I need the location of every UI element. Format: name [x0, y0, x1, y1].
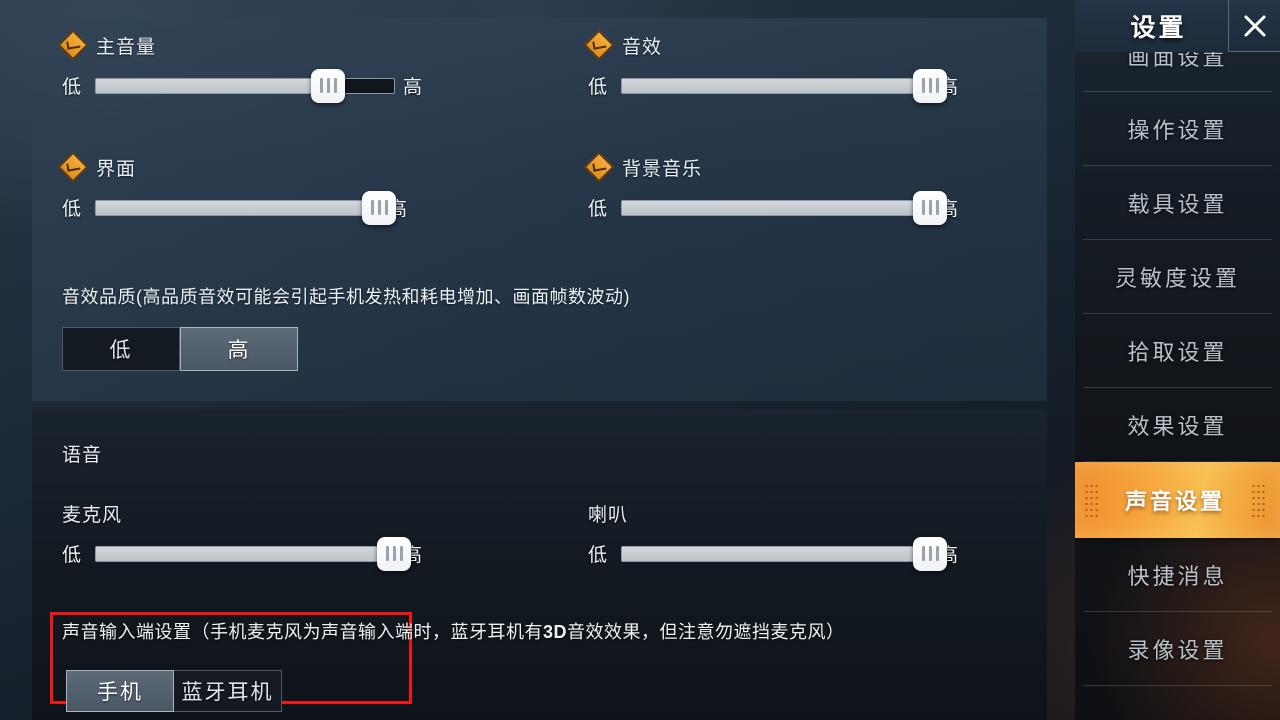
sidebar-item-label: 灵敏度设置: [1114, 266, 1240, 291]
slider-thumb[interactable]: [362, 190, 397, 225]
slider-high-label: 高: [403, 77, 423, 98]
sidebar-item-sensitivity-settings[interactable]: 灵敏度设置: [1075, 240, 1280, 314]
slider-low-label: 低: [588, 545, 608, 566]
slider-row-master-volume: 主音量 低 高: [57, 29, 423, 103]
label-sound-effects: 音效: [622, 36, 663, 58]
sound-quality-option-high[interactable]: 高: [180, 327, 298, 371]
voice-section-title: 语音: [62, 440, 102, 467]
input-source-option-phone[interactable]: 手机: [66, 670, 174, 712]
sound-quality-toggle: 低 高: [62, 327, 630, 371]
sidebar-item-recording-settings[interactable]: 录像设置: [1075, 612, 1280, 686]
slider-fill: [622, 200, 931, 215]
input-source-note-part1: 声音输入端设置（手机麦克风为声音输入端时，蓝牙耳机有: [62, 622, 543, 642]
sidebar-header: 设置: [1075, 0, 1280, 52]
sidebar-item-label: 效果设置: [1127, 414, 1228, 439]
slider-interface[interactable]: [95, 190, 397, 225]
slider-fill: [96, 200, 380, 215]
sidebar-title: 设置: [1130, 14, 1187, 42]
sidebar-item-label: 录像设置: [1127, 638, 1228, 663]
slider-fill: [622, 546, 931, 561]
slider-low-label: 低: [588, 199, 608, 220]
label-interface: 界面: [96, 158, 137, 180]
input-source-option-bluetooth[interactable]: 蓝牙耳机: [174, 670, 282, 712]
slider-fill: [622, 78, 931, 93]
checkbox-diamond-interface[interactable]: [57, 151, 89, 183]
slider-row-interface: 界面 低 高: [57, 151, 407, 225]
slider-low-label: 低: [62, 199, 82, 220]
slider-row-background-music: 背景音乐 低 高: [583, 151, 958, 225]
sidebar-item-sound-settings[interactable]: 声音设置: [1075, 462, 1280, 538]
slider-background-music[interactable]: [621, 190, 948, 225]
slider-speaker[interactable]: [621, 536, 948, 571]
sidebar-nav-list: 画面设置 操作设置 载具设置 灵敏度设置 拾取设置 效果设置 声音设置 快捷消息…: [1075, 52, 1280, 686]
slider-thumb[interactable]: [377, 536, 412, 571]
slider-thumb[interactable]: [311, 68, 346, 103]
sidebar-item-display-settings[interactable]: 画面设置: [1075, 52, 1280, 92]
decorative-dots-icon: [1251, 483, 1266, 517]
slider-thumb[interactable]: [913, 68, 948, 103]
slider-low-label: 低: [62, 77, 82, 98]
slider-low-label: 低: [62, 545, 82, 566]
label-master-volume: 主音量: [96, 36, 157, 58]
sidebar-item-pickup-settings[interactable]: 拾取设置: [1075, 314, 1280, 388]
decorative-dots-icon: [1084, 483, 1099, 517]
sidebar-item-label: 画面设置: [1127, 52, 1228, 70]
sound-quality-note: 音效品质(高品质音效可能会引起手机发热和耗电增加、画面帧数波动): [62, 287, 630, 307]
sidebar-item-label: 操作设置: [1127, 118, 1228, 143]
label-microphone: 麦克风: [62, 504, 123, 526]
slider-fill: [96, 78, 329, 93]
slider-microphone[interactable]: [95, 536, 412, 571]
checkbox-diamond-master-volume[interactable]: [57, 29, 89, 61]
sidebar-item-label: 快捷消息: [1127, 564, 1228, 589]
voice-title-text: 语音: [62, 445, 103, 466]
checkbox-diamond-sound-effects[interactable]: [583, 29, 615, 61]
settings-sidebar: 设置 画面设置 操作设置 载具设置 灵敏度设置 拾取设置 效果设置 声音设置 快…: [1075, 0, 1280, 720]
input-source-note: 声音输入端设置（手机麦克风为声音输入端时，蓝牙耳机有3D音效效果，但注意勿遮挡麦…: [62, 618, 845, 644]
sidebar-item-label: 拾取设置: [1127, 340, 1228, 365]
sound-quality-option-low[interactable]: 低: [62, 327, 180, 371]
sidebar-item-label: 声音设置: [1124, 489, 1225, 514]
sound-quality-block: 音效品质(高品质音效可能会引起手机发热和耗电增加、画面帧数波动) 低 高: [62, 283, 630, 371]
nav-separator: [1083, 685, 1272, 686]
sidebar-item-control-settings[interactable]: 操作设置: [1075, 92, 1280, 166]
slider-thumb[interactable]: [913, 536, 948, 571]
sidebar-item-quick-messages[interactable]: 快捷消息: [1075, 538, 1280, 612]
slider-thumb[interactable]: [913, 190, 948, 225]
label-background-music: 背景音乐: [622, 158, 703, 180]
slider-sound-effects[interactable]: [621, 68, 948, 103]
input-source-toggle: 手机 蓝牙耳机: [66, 670, 282, 712]
slider-master-volume[interactable]: [95, 68, 396, 103]
slider-row-speaker: 喇叭 低 高: [588, 500, 958, 571]
slider-row-microphone: 麦克风 低 高: [62, 500, 422, 571]
slider-low-label: 低: [588, 77, 608, 98]
sidebar-item-label: 载具设置: [1127, 192, 1228, 217]
close-icon[interactable]: [1228, 0, 1280, 52]
slider-row-sound-effects: 音效 低 高: [583, 29, 958, 103]
label-speaker: 喇叭: [588, 504, 629, 526]
input-source-note-3d: 3D: [543, 622, 568, 642]
sidebar-item-effects-settings[interactable]: 效果设置: [1075, 388, 1280, 462]
input-source-note-part2: 音效效果，但注意勿遮挡麦克风）: [567, 622, 845, 642]
sidebar-item-vehicle-settings[interactable]: 载具设置: [1075, 166, 1280, 240]
checkbox-diamond-background-music[interactable]: [583, 151, 615, 183]
slider-fill: [96, 546, 395, 561]
